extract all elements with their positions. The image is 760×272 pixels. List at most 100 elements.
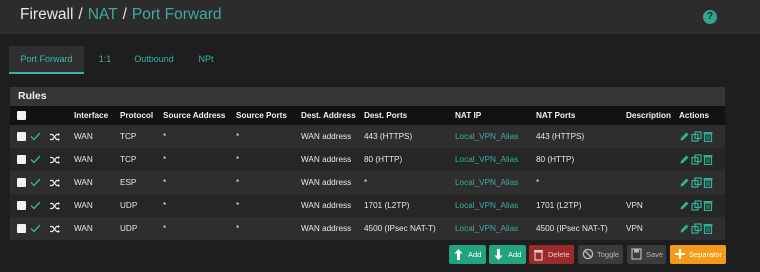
table-row[interactable]: WAN TCP * * WAN address 80 (HTTP) Local_VPN_Al…	[10, 148, 725, 171]
row-checkbox[interactable]	[17, 132, 26, 142]
delete-label: Delete	[548, 250, 570, 259]
cell-interface: WAN	[74, 178, 93, 187]
cell-description	[626, 125, 679, 148]
cell-nat-ip[interactable]: Local_VPN_Alias	[455, 194, 536, 217]
breadcrumb-separator: /	[122, 6, 127, 23]
cell-nat-ports: 4500 (IPsec NAT-T)	[536, 224, 608, 233]
pencil-icon[interactable]	[679, 223, 690, 234]
cell-source-address: *	[163, 155, 167, 164]
cell-description	[626, 171, 679, 194]
plus-icon	[675, 249, 685, 259]
cell-dest-ports: 80 (HTTP)	[364, 155, 403, 164]
ban-icon	[582, 248, 594, 260]
copy-icon[interactable]	[691, 131, 702, 142]
row-actions	[679, 217, 725, 240]
trash-icon[interactable]	[703, 200, 713, 211]
shuffle-icon	[50, 155, 60, 164]
copy-icon[interactable]	[691, 200, 702, 211]
col-source-address: Source Address	[163, 111, 226, 120]
cell-protocol: UDP	[120, 224, 138, 233]
cell-description	[626, 148, 679, 171]
col-interface: Interface	[74, 111, 109, 120]
cell-dest-address: WAN address	[301, 224, 352, 233]
cell-protocol: TCP	[120, 132, 137, 141]
pencil-icon[interactable]	[679, 154, 690, 165]
cell-source-ports: *	[236, 178, 240, 187]
breadcrumb-port-forward-link[interactable]: Port Forward	[132, 6, 222, 23]
cell-interface: WAN	[74, 155, 93, 164]
cell-source-ports: *	[236, 132, 240, 141]
cell-source-address: *	[163, 178, 167, 187]
pencil-icon[interactable]	[679, 177, 690, 188]
tab-port-forward[interactable]: Port Forward	[9, 46, 84, 74]
add-bottom-button[interactable]: Add	[489, 245, 526, 264]
table-row[interactable]: WAN UDP * * WAN address 1701 (L2TP) Local_VPN_…	[10, 194, 725, 217]
check-icon	[30, 155, 41, 164]
check-icon	[30, 224, 41, 233]
toggle-label: Toggle	[597, 250, 620, 259]
trash-icon[interactable]	[703, 154, 713, 165]
tab-npt[interactable]: NPt	[194, 46, 218, 74]
table-row[interactable]: WAN ESP * * WAN address * Local_VPN_Alias *	[10, 171, 725, 194]
cell-nat-ports: 1701 (L2TP)	[536, 201, 582, 210]
table-header: Interface Protocol Source Address Source…	[10, 106, 725, 125]
question-icon[interactable]: ?	[703, 10, 717, 24]
rules-table: Interface Protocol Source Address Source…	[10, 106, 725, 240]
cell-nat-ports: 80 (HTTP)	[536, 155, 575, 164]
save-button[interactable]: Save	[627, 245, 666, 264]
trash-icon[interactable]	[703, 131, 713, 142]
delete-button[interactable]: Delete	[529, 245, 574, 264]
check-icon	[30, 201, 41, 210]
trash-icon[interactable]	[703, 223, 713, 234]
row-checkbox[interactable]	[17, 155, 26, 165]
copy-icon[interactable]	[691, 177, 702, 188]
cell-dest-ports: 1701 (L2TP)	[364, 201, 410, 210]
table-row[interactable]: WAN TCP * * WAN address 443 (HTTPS) Local_VPN_…	[10, 125, 725, 148]
row-actions	[679, 148, 725, 171]
floppy-icon	[631, 248, 642, 260]
separator-button[interactable]: Separator	[670, 245, 726, 264]
pencil-icon[interactable]	[679, 131, 690, 142]
shuffle-icon	[50, 178, 60, 187]
cell-nat-ip[interactable]: Local_VPN_Alias	[455, 171, 536, 194]
breadcrumb: Firewall / NAT / Port Forward	[20, 6, 221, 24]
copy-icon[interactable]	[691, 223, 702, 234]
cell-nat-ip[interactable]: Local_VPN_Alias	[455, 148, 536, 171]
col-actions: Actions	[679, 111, 710, 120]
row-checkbox[interactable]	[17, 224, 26, 234]
cell-source-address: *	[163, 224, 167, 233]
col-nat-ip: NAT IP	[455, 111, 482, 120]
cell-interface: WAN	[74, 132, 93, 141]
tab-outbound[interactable]: Outbound	[129, 46, 179, 74]
cell-dest-ports: 443 (HTTPS)	[364, 132, 413, 141]
rules-panel: Rules Interface Protocol Source Address …	[10, 87, 725, 240]
cell-source-address: *	[163, 132, 167, 141]
add-top-button[interactable]: Add	[449, 245, 486, 264]
trash-icon[interactable]	[703, 177, 713, 188]
cell-nat-ip[interactable]: Local_VPN_Alias	[455, 125, 536, 148]
panel-title: Rules	[10, 87, 725, 106]
table-row[interactable]: WAN UDP * * WAN address 4500 (IPsec NAT-T) Loc…	[10, 217, 725, 240]
breadcrumb-nat-link[interactable]: NAT	[88, 6, 118, 23]
pencil-icon[interactable]	[679, 200, 690, 211]
col-dest-address: Dest. Address	[301, 111, 356, 120]
toggle-button[interactable]: Toggle	[578, 245, 623, 264]
cell-source-address: *	[163, 201, 167, 210]
cell-description: VPN	[626, 201, 643, 210]
select-all-checkbox[interactable]	[17, 111, 26, 121]
row-checkbox[interactable]	[17, 178, 26, 188]
cell-nat-ip[interactable]: Local_VPN_Alias	[455, 217, 536, 240]
cell-dest-address: WAN address	[301, 132, 352, 141]
save-label: Save	[646, 250, 664, 259]
add-top-label: Add	[468, 250, 482, 259]
row-actions	[679, 194, 725, 217]
copy-icon[interactable]	[691, 154, 702, 165]
shuffle-icon	[50, 224, 60, 233]
cell-dest-address: WAN address	[301, 201, 352, 210]
add-bottom-label: Add	[508, 250, 522, 259]
row-checkbox[interactable]	[17, 201, 26, 211]
breadcrumb-separator: /	[78, 6, 83, 23]
tab-1-1[interactable]: 1:1	[93, 46, 117, 74]
cell-protocol: UDP	[120, 201, 138, 210]
col-nat-ports: NAT Ports	[536, 111, 576, 120]
